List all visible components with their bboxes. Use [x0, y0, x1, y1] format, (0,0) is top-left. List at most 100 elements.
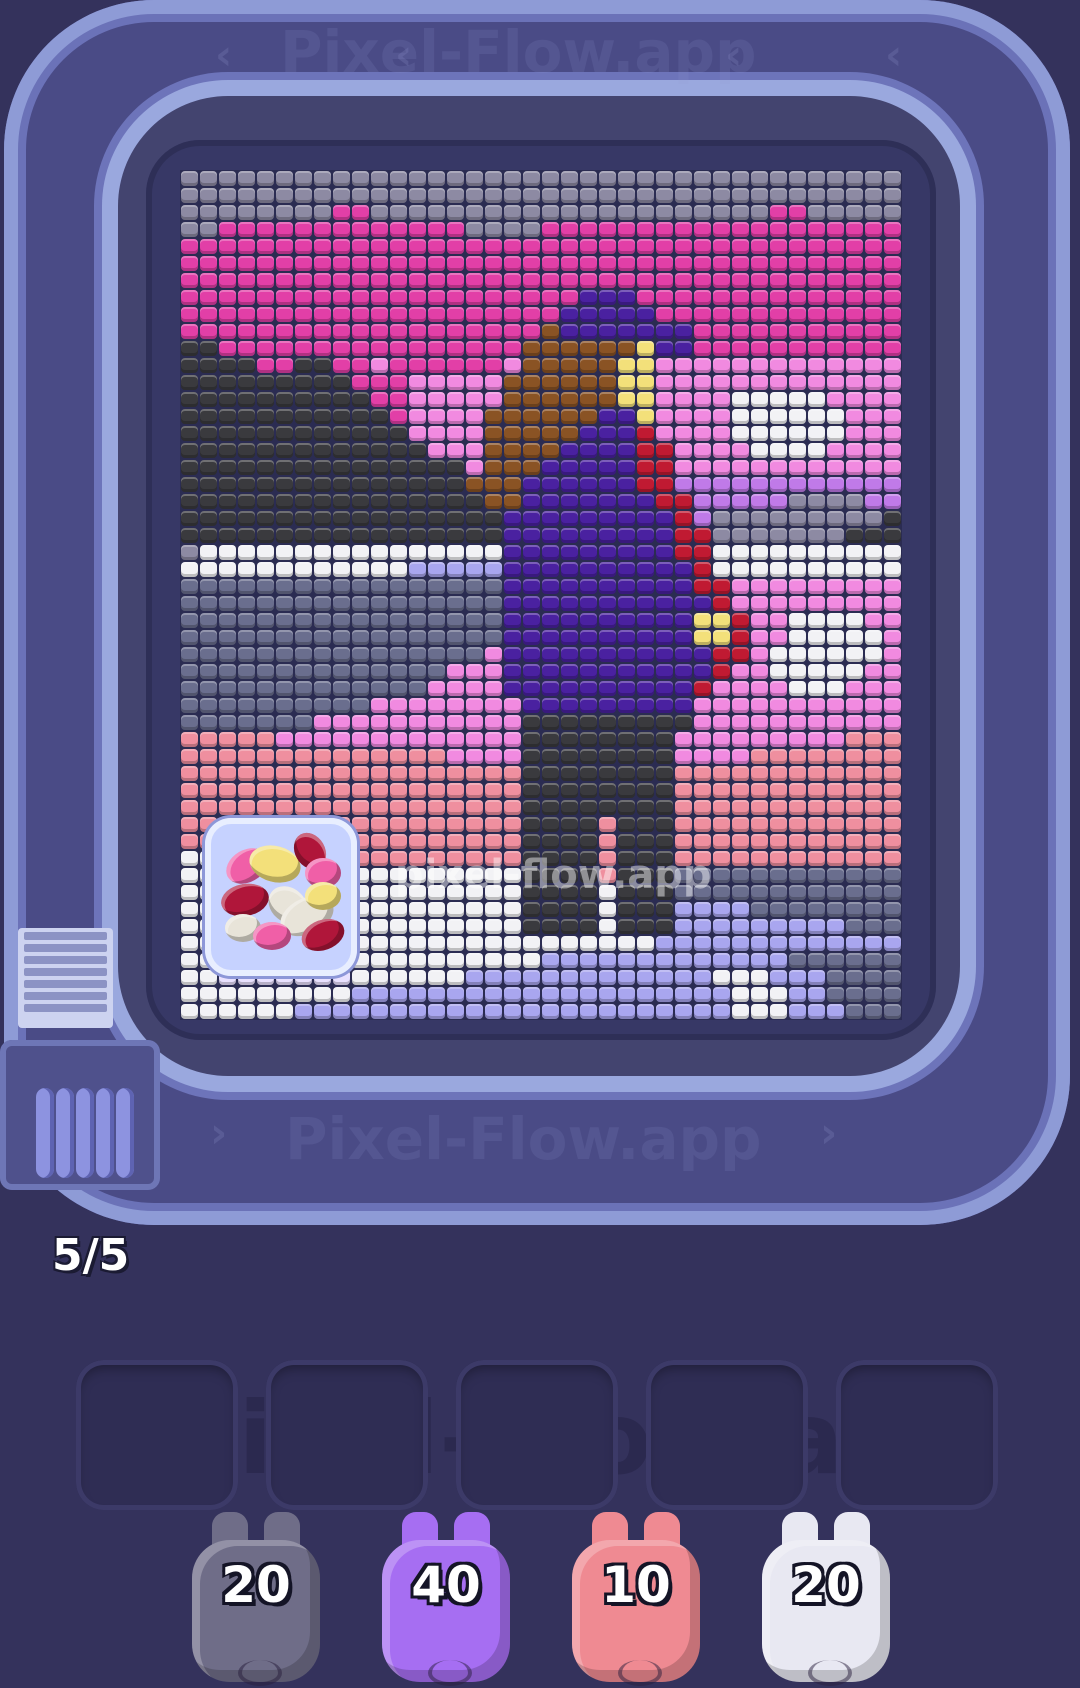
pixel-cell — [637, 749, 654, 764]
pixel-cell — [390, 732, 407, 747]
pixel-cell — [675, 647, 692, 662]
pixel-cell — [694, 358, 711, 373]
pixel-cell — [504, 392, 521, 407]
pixel-cell — [656, 936, 673, 951]
pixel-cell — [333, 341, 350, 356]
pixel-cell — [884, 817, 901, 832]
pixel-cell — [751, 664, 768, 679]
pixel-cell — [257, 409, 274, 424]
pixel-cell — [789, 579, 806, 594]
shooter-gray[interactable]: 20 — [192, 1512, 320, 1686]
pixel-cell — [561, 562, 578, 577]
pixel-cell — [675, 953, 692, 968]
pixel-cell — [770, 783, 787, 798]
pixel-cell — [656, 800, 673, 815]
pixel-cell — [637, 766, 654, 781]
pixel-cell — [542, 919, 559, 934]
pixel-cell — [656, 375, 673, 390]
pixel-cell — [542, 392, 559, 407]
pixel-cell — [675, 902, 692, 917]
pixel-cell — [865, 715, 882, 730]
pixel-cell — [656, 579, 673, 594]
pixel-cell — [599, 256, 616, 271]
pixel-cell — [466, 936, 483, 951]
pixel-cell — [504, 800, 521, 815]
pixel-cell — [713, 477, 730, 492]
pixel-cell — [618, 664, 635, 679]
pixel-cell — [447, 630, 464, 645]
shooter-purple[interactable]: 40 — [382, 1512, 510, 1686]
pixel-cell — [580, 324, 597, 339]
pixel-cell — [884, 273, 901, 288]
pixel-cell — [884, 681, 901, 696]
pixel-cell — [371, 647, 388, 662]
shooter-salmon[interactable]: 10 — [572, 1512, 700, 1686]
holding-slot[interactable] — [266, 1360, 428, 1510]
pixel-cell — [751, 290, 768, 305]
pixel-cell — [618, 817, 635, 832]
pixel-cell — [371, 188, 388, 203]
pixel-cell — [314, 290, 331, 305]
pixel-cell — [352, 375, 369, 390]
pixel-cell — [675, 307, 692, 322]
pixel-cell — [865, 664, 882, 679]
pixel-cell — [694, 409, 711, 424]
pixel-cell — [276, 222, 293, 237]
pixel-cell — [466, 239, 483, 254]
pixel-cell — [447, 800, 464, 815]
pixel-cell — [561, 494, 578, 509]
shooter-white[interactable]: 20 — [762, 1512, 890, 1686]
pixel-cell — [884, 953, 901, 968]
pixel-cell — [542, 171, 559, 186]
pixel-cell — [884, 409, 901, 424]
pixel-cell — [371, 579, 388, 594]
pixel-cell — [599, 613, 616, 628]
pixel-cell — [466, 290, 483, 305]
pixel-cell — [523, 715, 540, 730]
pixel-cell — [466, 749, 483, 764]
pixel-cell — [295, 273, 312, 288]
pixel-cell — [770, 681, 787, 696]
pixel-cell — [656, 426, 673, 441]
pixel-cell — [637, 834, 654, 849]
pixel-cell — [314, 273, 331, 288]
holding-slot[interactable] — [646, 1360, 808, 1510]
pixel-cell — [257, 732, 274, 747]
pixel-cell — [276, 290, 293, 305]
pixel-cell — [504, 171, 521, 186]
pixel-cell — [827, 851, 844, 866]
pixel-cell — [846, 800, 863, 815]
holding-slot[interactable] — [76, 1360, 238, 1510]
pixel-cell — [675, 205, 692, 220]
pixel-cell — [333, 222, 350, 237]
pixel-cell — [428, 766, 445, 781]
pixel-cell — [523, 664, 540, 679]
pixel-cell — [466, 273, 483, 288]
pixel-cell — [599, 902, 616, 917]
pixel-cell — [808, 1004, 825, 1019]
candy-bag[interactable] — [205, 818, 357, 976]
holding-slot[interactable] — [456, 1360, 618, 1510]
pixel-cell — [295, 562, 312, 577]
pixel-cell — [523, 392, 540, 407]
pixel-cell — [561, 358, 578, 373]
holding-slot[interactable] — [836, 1360, 998, 1510]
pixel-cell — [751, 579, 768, 594]
pixel-cell — [200, 375, 217, 390]
pixel-cell — [542, 596, 559, 611]
pixel-cell — [276, 664, 293, 679]
pixel-cell — [694, 919, 711, 934]
pixel-cell — [504, 409, 521, 424]
pixel-cell — [637, 902, 654, 917]
pixel-cell — [580, 375, 597, 390]
pixel-cell — [827, 256, 844, 271]
pixel-cell — [466, 511, 483, 526]
pixel-cell — [561, 256, 578, 271]
pixel-cell — [732, 800, 749, 815]
pixel-cell — [808, 953, 825, 968]
pixel-cell — [447, 375, 464, 390]
pixel-cell — [580, 392, 597, 407]
pixel-cell — [732, 562, 749, 577]
pixel-cell — [428, 545, 445, 560]
pixel-cell — [352, 613, 369, 628]
